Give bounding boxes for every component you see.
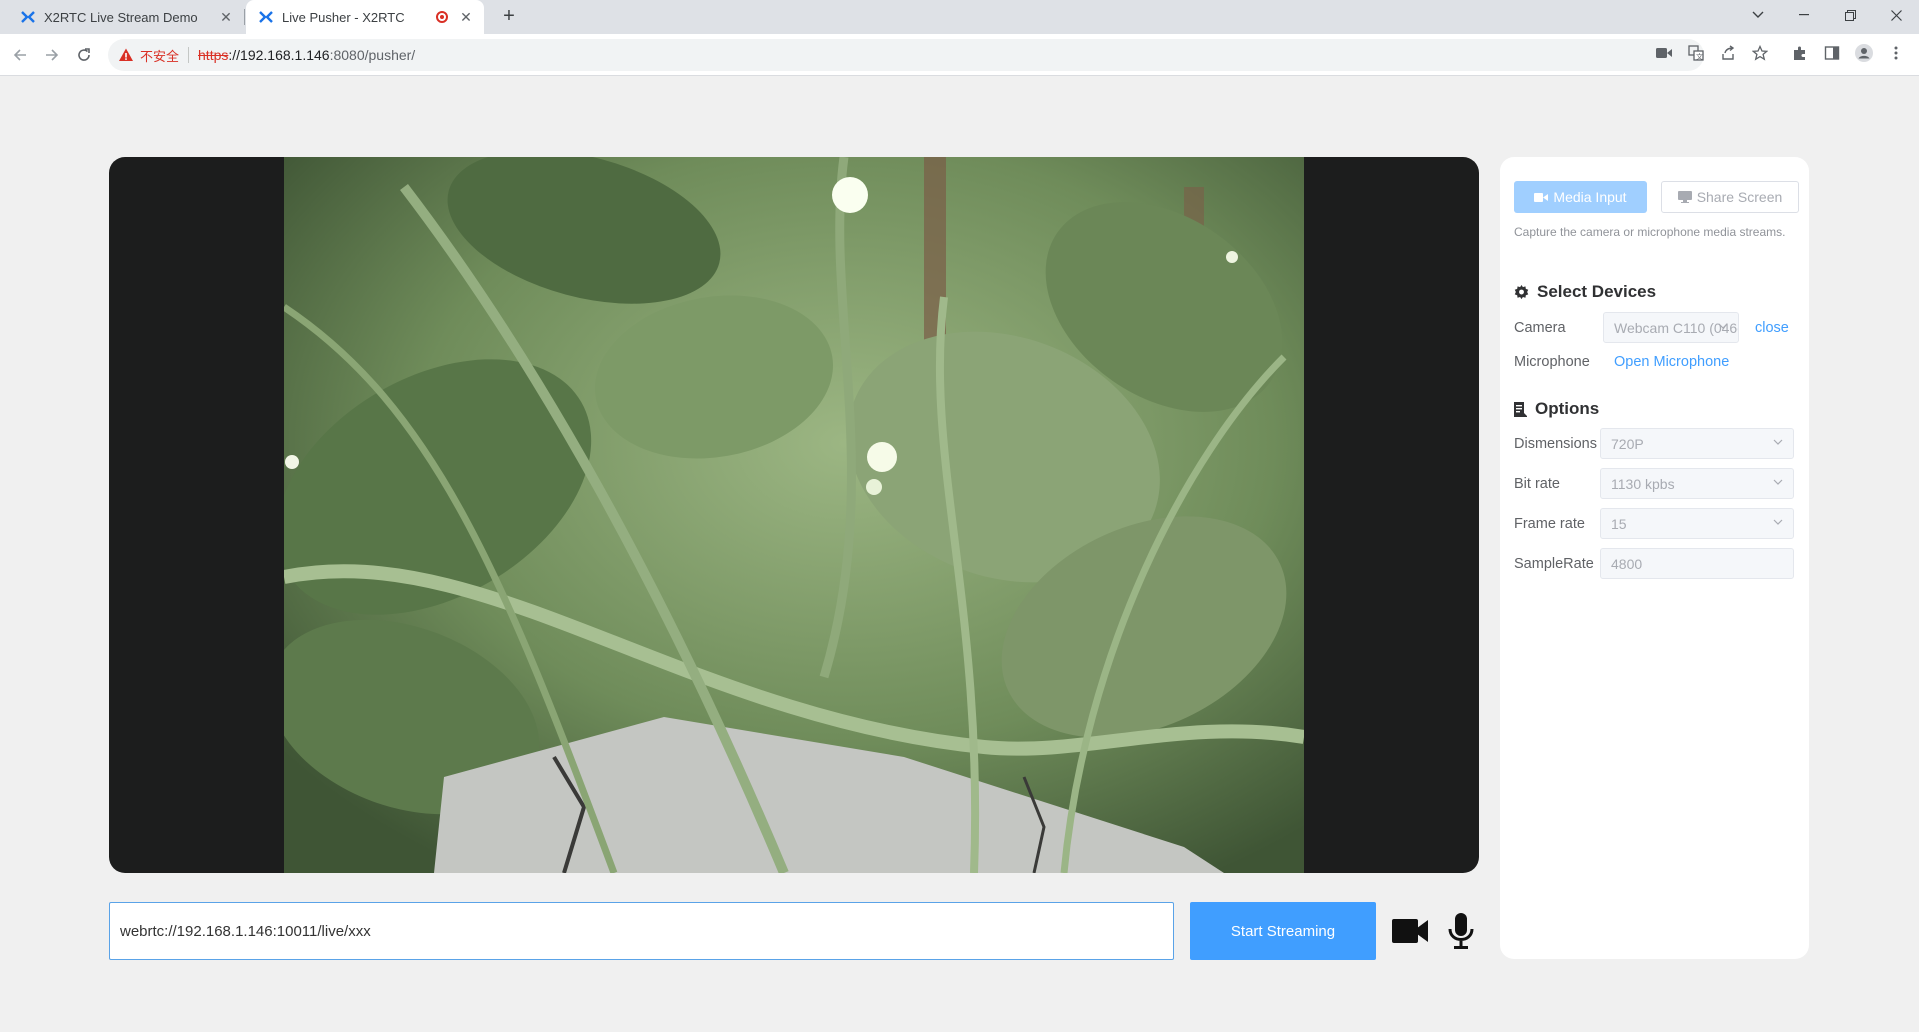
close-window-icon[interactable] (1873, 0, 1919, 30)
document-icon (1514, 401, 1527, 417)
tab-search-icon[interactable] (1735, 0, 1781, 30)
camera-video-frame (284, 157, 1304, 873)
microphone-icon[interactable] (1444, 910, 1478, 952)
framerate-select[interactable]: 15 (1600, 508, 1794, 539)
chevron-down-icon (1773, 439, 1783, 445)
chevron-down-icon (1718, 323, 1728, 329)
media-input-label: Media Input (1553, 189, 1627, 205)
samplerate-label: SampleRate (1514, 556, 1594, 572)
translate-icon[interactable]: 文 (1686, 43, 1706, 63)
framerate-label: Frame rate (1514, 516, 1585, 532)
dimensions-label: Dismensions (1514, 436, 1597, 452)
camera-label: Camera (1514, 320, 1566, 336)
new-tab-button[interactable]: + (497, 5, 521, 29)
restore-window-icon[interactable] (1827, 0, 1873, 30)
tab-live-pusher[interactable]: Live Pusher - X2RTC ✕ (246, 0, 484, 34)
reload-icon[interactable] (72, 43, 96, 67)
camera-icon (1534, 192, 1549, 202)
security-status-label[interactable]: 不安全 (140, 46, 179, 65)
back-arrow-icon[interactable] (8, 43, 32, 67)
video-preview (109, 157, 1479, 873)
x2rtc-logo-icon (20, 9, 36, 25)
address-bar[interactable]: 不安全 https://192.168.1.146:8080/pusher/ (108, 39, 1704, 71)
start-streaming-button[interactable]: Start Streaming (1190, 902, 1376, 960)
select-devices-title: Select Devices (1537, 282, 1657, 301)
share-screen-tab[interactable]: Share Screen (1661, 181, 1799, 213)
chevron-down-icon (1773, 519, 1783, 525)
forward-arrow-icon[interactable] (40, 43, 64, 67)
tab-title: X2RTC Live Stream Demo (44, 9, 198, 25)
close-camera-link[interactable]: close (1755, 320, 1789, 336)
recording-indicator-icon (436, 11, 448, 23)
tab-title: Live Pusher - X2RTC (282, 9, 405, 25)
close-tab-icon[interactable]: ✕ (458, 9, 474, 25)
url-scheme: https (198, 47, 229, 63)
chevron-down-icon (1773, 479, 1783, 485)
omnibox-divider (188, 47, 190, 63)
browser-toolbar: 不安全 https://192.168.1.146:8080/pusher/ 文 (0, 34, 1919, 76)
camera-in-use-icon[interactable] (1654, 43, 1674, 63)
minimize-window-icon[interactable] (1781, 0, 1827, 30)
browser-tab-strip: X2RTC Live Stream Demo ✕ Live Pusher - X… (0, 0, 1919, 34)
camera-select[interactable]: Webcam C110 (046d: (1603, 312, 1739, 343)
samplerate-value: 4800 (1611, 555, 1643, 572)
options-heading: Options (1514, 399, 1599, 419)
bitrate-select-value: 1130 kpbs (1611, 475, 1675, 492)
x2rtc-logo-icon (258, 9, 274, 25)
side-panel-icon[interactable] (1822, 43, 1842, 63)
svg-text:文: 文 (1696, 52, 1703, 61)
open-microphone-link[interactable]: Open Microphone (1614, 354, 1729, 370)
stream-url-input[interactable] (109, 902, 1174, 960)
video-camera-icon[interactable] (1390, 910, 1430, 952)
tab-divider (244, 9, 245, 25)
options-title: Options (1535, 399, 1600, 418)
bitrate-select[interactable]: 1130 kpbs (1600, 468, 1794, 499)
profile-avatar-icon[interactable] (1854, 43, 1874, 63)
url-host: ://192.168.1.146 (228, 47, 330, 63)
framerate-select-value: 15 (1611, 515, 1627, 532)
bitrate-label: Bit rate (1514, 476, 1560, 492)
monitor-icon (1677, 191, 1692, 203)
share-icon[interactable] (1718, 43, 1738, 63)
select-devices-heading: Select Devices (1514, 282, 1656, 302)
gear-icon (1514, 284, 1529, 299)
dimensions-select[interactable]: 720P (1600, 428, 1794, 459)
microphone-label: Microphone (1514, 354, 1590, 370)
tab-x2rtc-demo[interactable]: X2RTC Live Stream Demo ✕ (8, 0, 244, 34)
dimensions-select-value: 720P (1611, 435, 1644, 452)
media-input-hint: Capture the camera or microphone media s… (1514, 225, 1786, 239)
media-input-tab[interactable]: Media Input (1514, 181, 1647, 213)
browser-menu-icon[interactable] (1886, 43, 1906, 63)
share-screen-label: Share Screen (1696, 189, 1783, 205)
bookmark-star-icon[interactable] (1750, 43, 1770, 63)
close-tab-icon[interactable]: ✕ (218, 9, 234, 25)
url-path: :8080/pusher/ (329, 47, 416, 63)
samplerate-input[interactable]: 4800 (1600, 548, 1794, 579)
camera-feed-image (284, 157, 1304, 873)
warning-triangle-icon (118, 47, 134, 63)
settings-panel: Media Input Share Screen Capture the cam… (1500, 157, 1809, 959)
extensions-puzzle-icon[interactable] (1790, 43, 1810, 63)
